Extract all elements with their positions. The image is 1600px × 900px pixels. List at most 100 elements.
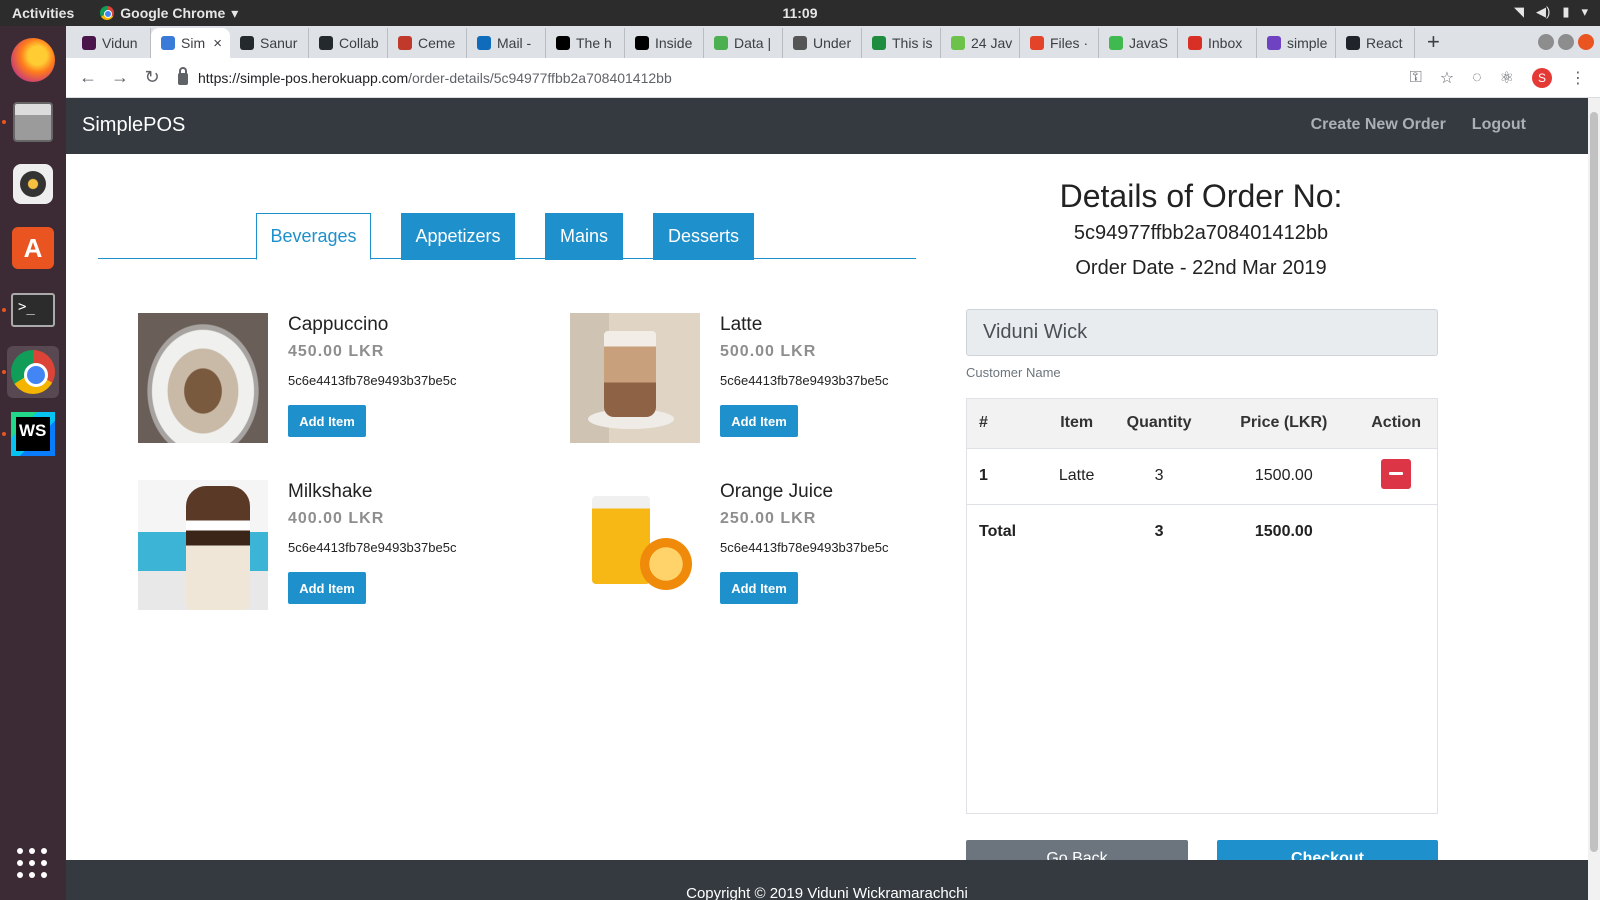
star-icon[interactable]: ☆: [1440, 68, 1454, 88]
browser-tab[interactable]: Ceme: [388, 28, 467, 58]
dock-rhythmbox[interactable]: [7, 158, 59, 210]
customer-name-input[interactable]: [966, 309, 1438, 356]
row-action: [1355, 448, 1437, 505]
key-icon[interactable]: ⚿: [1410, 69, 1422, 87]
dock-files[interactable]: [2, 96, 59, 148]
reload-icon[interactable]: ↻: [136, 67, 168, 88]
files-icon: [13, 102, 53, 142]
product-id: 5c6e4413fb78e9493b37be5c: [720, 373, 889, 388]
new-tab-button[interactable]: +: [1427, 28, 1440, 58]
column-header-number: #: [967, 399, 1048, 449]
minimize-button[interactable]: [1538, 34, 1554, 50]
product-id: 5c6e4413fb78e9493b37be5c: [288, 540, 457, 555]
tab-favicon-icon: [556, 36, 570, 50]
browser-tab[interactable]: Files ·: [1020, 28, 1099, 58]
browser-tab[interactable]: The h: [546, 28, 625, 58]
dock-chrome[interactable]: [2, 346, 59, 398]
product-image: [570, 480, 700, 610]
profile-avatar[interactable]: S: [1532, 67, 1552, 88]
kebab-menu-icon[interactable]: ⋮: [1570, 68, 1586, 88]
extension-icon[interactable]: ◌: [1472, 69, 1482, 87]
activities-button[interactable]: Activities: [12, 5, 74, 21]
maximize-button[interactable]: [1558, 34, 1574, 50]
tab-favicon-icon: [319, 36, 333, 50]
volume-icon: ◀): [1535, 4, 1551, 19]
product-image: [138, 480, 268, 610]
add-item-button[interactable]: Add Item: [288, 405, 366, 437]
add-item-button[interactable]: Add Item: [288, 572, 366, 604]
system-tray[interactable]: ◥ ◀) ▮ ▾: [1514, 4, 1588, 20]
tab-favicon-icon: [1109, 36, 1123, 50]
chrome-icon: [100, 6, 115, 20]
system-top-bar: Activities Google Chrome ▾ 11:09 ◥ ◀) ▮ …: [0, 0, 1600, 26]
browser-tab[interactable]: Data |: [704, 28, 783, 58]
browser-tab[interactable]: Vidun: [72, 28, 151, 58]
dock-firefox[interactable]: [7, 34, 59, 86]
tab-beverages[interactable]: Beverages: [256, 213, 371, 260]
browser-toolbar: ← → ↻ https://simple-pos.herokuapp.com/o…: [66, 58, 1600, 98]
tab-title: React: [1366, 35, 1403, 51]
browser-tab[interactable]: Mail -: [467, 28, 546, 58]
create-new-order-link[interactable]: Create New Order: [1311, 116, 1446, 134]
ubuntu-dock: A >_ WS: [0, 26, 66, 900]
row-number: 1: [967, 448, 1048, 505]
dock-software[interactable]: A: [7, 222, 59, 274]
table-header-row: # Item Quantity Price (LKR) Action: [967, 399, 1437, 449]
window-controls: [1538, 34, 1594, 50]
browser-tab[interactable]: Collab: [309, 28, 388, 58]
close-tab-icon[interactable]: ×: [213, 35, 222, 52]
app-menu[interactable]: Google Chrome ▾: [100, 5, 238, 22]
webstorm-icon: WS: [11, 412, 55, 456]
add-item-button[interactable]: Add Item: [720, 572, 798, 604]
product-card-cappuccino: Cappuccino 450.00 LKR 5c6e4413fb78e9493b…: [138, 313, 498, 443]
scrollbar-thumb[interactable]: [1590, 112, 1598, 852]
running-indicator: [2, 432, 6, 436]
dock-terminal[interactable]: >_: [2, 284, 59, 336]
total-price: 1500.00: [1254, 523, 1313, 541]
dock-webstorm[interactable]: WS: [2, 408, 59, 460]
tab-title: JavaS: [1129, 35, 1168, 51]
show-applications-icon[interactable]: [17, 848, 49, 880]
browser-tab[interactable]: JavaS: [1099, 28, 1178, 58]
system-clock[interactable]: 11:09: [0, 5, 1600, 21]
chevron-down-icon: ▾: [231, 4, 239, 21]
tab-desserts[interactable]: Desserts: [653, 213, 754, 260]
tab-mains[interactable]: Mains: [545, 213, 623, 260]
forward-arrow-icon[interactable]: →: [104, 67, 136, 88]
tab-title: 24 Jav: [971, 35, 1013, 51]
app-navbar: SimplePOS Create New Order Logout: [66, 98, 1588, 154]
tab-favicon-icon: [398, 36, 412, 50]
browser-tab[interactable]: Under: [783, 28, 862, 58]
back-arrow-icon[interactable]: ←: [72, 67, 104, 88]
react-devtools-icon[interactable]: ⚛: [1500, 68, 1514, 88]
product-image: [570, 313, 700, 443]
address-bar[interactable]: https://simple-pos.herokuapp.com/order-d…: [178, 62, 1318, 94]
tab-title: Inside: [655, 35, 693, 51]
close-window-button[interactable]: [1578, 34, 1594, 50]
browser-tab[interactable]: React: [1336, 28, 1415, 58]
add-item-button[interactable]: Add Item: [720, 405, 798, 437]
customer-name-label: Customer Name: [966, 365, 1061, 380]
order-date: Order Date - 22nd Mar 2019: [1075, 257, 1327, 279]
remove-item-button[interactable]: [1381, 458, 1412, 489]
tab-favicon-icon: [635, 36, 649, 50]
tab-favicon-icon: [951, 36, 965, 50]
browser-tab[interactable]: This is: [862, 28, 941, 58]
browser-tab[interactable]: Sanur: [230, 28, 309, 58]
browser-tab[interactable]: Inside: [625, 28, 704, 58]
browser-tab[interactable]: Sim ×: [151, 28, 230, 58]
logout-link[interactable]: Logout: [1472, 116, 1526, 134]
page-scrollbar[interactable]: [1588, 98, 1600, 900]
product-card-orange-juice: Orange Juice 250.00 LKR 5c6e4413fb78e949…: [570, 480, 930, 610]
brand-logo[interactable]: SimplePOS: [82, 114, 185, 137]
tab-title: Collab: [339, 35, 379, 51]
table-row: 1 Latte 3 1500.00: [967, 448, 1437, 505]
tab-appetizers[interactable]: Appetizers: [401, 213, 515, 260]
browser-tab[interactable]: 24 Jav: [941, 28, 1020, 58]
product-image: [138, 313, 268, 443]
toolbar-actions: ⚿ ☆ ◌ ⚛ S ⋮: [1410, 67, 1586, 88]
browser-tab[interactable]: Inbox: [1178, 28, 1257, 58]
product-price: 400.00 LKR: [288, 510, 385, 527]
order-title: Details of Order No:: [1059, 178, 1343, 214]
browser-tab[interactable]: simple: [1257, 28, 1336, 58]
